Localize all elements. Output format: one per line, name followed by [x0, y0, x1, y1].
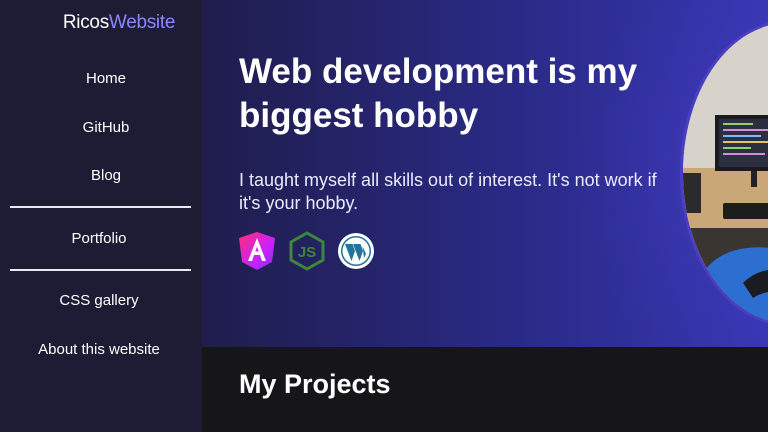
nav-about[interactable]: About this website [0, 341, 198, 358]
nav-github[interactable]: GitHub [0, 119, 212, 136]
hero-title: Web development is my biggest hobby [239, 52, 638, 135]
angular-icon [239, 232, 275, 270]
nav-divider-top [10, 206, 191, 208]
logo-text-main: Ricos [62, 12, 109, 33]
projects-title: My Projects [239, 369, 391, 399]
nav-home[interactable]: Home [0, 70, 212, 87]
logo-text-accent: Website [108, 12, 176, 33]
wordpress-icon [338, 233, 374, 269]
profile-photo-image [683, 23, 768, 323]
svg-text:JS: JS [298, 244, 316, 261]
nav-blog[interactable]: Blog [0, 167, 212, 184]
nav-divider-bottom [10, 269, 191, 271]
sidebar: RicosWebsite Home GitHub Blog Portfolio … [0, 0, 202, 432]
profile-photo [680, 20, 768, 326]
nav-css-gallery[interactable]: CSS gallery [0, 292, 198, 309]
nodejs-icon: JS [289, 231, 325, 271]
nav-portfolio[interactable]: Portfolio [0, 230, 198, 247]
hero-subtitle: I taught myself all skills out of intere… [239, 170, 657, 213]
hero-section: Web development is my biggest hobby I ta… [202, 0, 768, 347]
projects-section: My Projects [202, 347, 768, 432]
